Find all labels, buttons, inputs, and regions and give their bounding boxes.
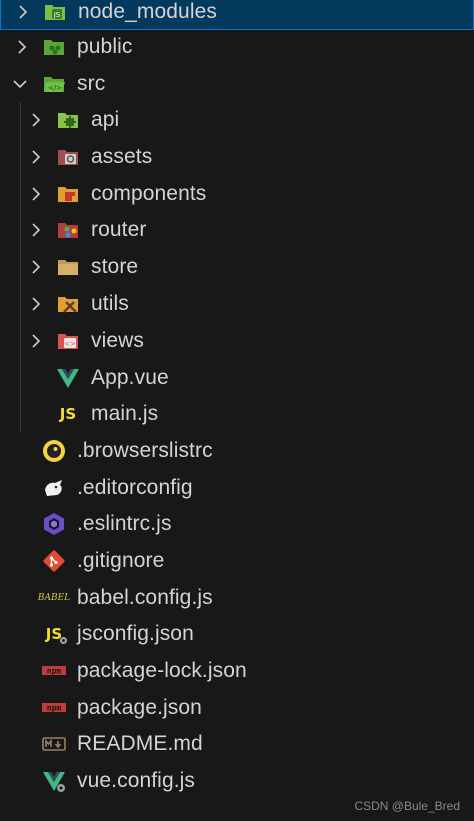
store-folder-icon bbox=[56, 255, 80, 279]
tree-item-label: .browserslistrc bbox=[77, 439, 213, 462]
tree-item-vue-config[interactable]: vue.config.js bbox=[0, 763, 474, 799]
tree-item-label: .gitignore bbox=[77, 549, 165, 572]
svg-text:</>: </> bbox=[48, 84, 62, 92]
tree-item-label: README.md bbox=[77, 732, 203, 755]
svg-text:<>: <> bbox=[64, 340, 76, 348]
chevron-right-icon[interactable] bbox=[28, 112, 44, 128]
utils-folder-icon bbox=[56, 292, 80, 316]
tree-item-label: .eslintrc.js bbox=[77, 512, 172, 535]
node-modules-folder-icon: JS bbox=[43, 0, 67, 24]
svg-text:npm: npm bbox=[47, 667, 62, 676]
file-explorer-tree: JS node_modules public </> src api asset… bbox=[0, 0, 474, 821]
npm-icon: npm bbox=[42, 659, 66, 683]
vue-icon bbox=[56, 366, 80, 390]
chevron-right-icon[interactable] bbox=[28, 296, 44, 312]
eslint-icon bbox=[42, 512, 66, 536]
tree-item-label: public bbox=[77, 35, 133, 58]
chevron-right-icon[interactable] bbox=[28, 333, 44, 349]
chevron-right-icon[interactable] bbox=[28, 222, 44, 238]
tree-item-router[interactable]: router bbox=[0, 212, 474, 248]
chevron-right-icon[interactable] bbox=[28, 149, 44, 165]
tree-item-store[interactable]: store bbox=[0, 249, 474, 285]
assets-folder-icon bbox=[56, 145, 80, 169]
tree-item-label: main.js bbox=[91, 402, 159, 425]
tree-item-api[interactable]: api bbox=[0, 102, 474, 138]
javascript-icon: JS bbox=[59, 405, 77, 423]
tree-item-label: node_modules bbox=[78, 0, 217, 23]
tree-item-label: src bbox=[77, 72, 106, 95]
jsconfig-icon: JS bbox=[42, 622, 68, 646]
chevron-right-icon[interactable] bbox=[28, 186, 44, 202]
tree-item-eslintrc[interactable]: .eslintrc.js bbox=[0, 506, 474, 542]
tree-item-assets[interactable]: assets bbox=[0, 139, 474, 175]
tree-item-app-vue[interactable]: App.vue bbox=[0, 360, 474, 396]
tree-item-public[interactable]: public bbox=[0, 29, 474, 65]
tree-item-label: components bbox=[91, 182, 207, 205]
tree-item-label: jsconfig.json bbox=[77, 622, 194, 645]
tree-item-utils[interactable]: utils bbox=[0, 286, 474, 322]
watermark: CSDN @Bule_Bred bbox=[354, 799, 460, 813]
tree-item-main-js[interactable]: JS main.js bbox=[0, 396, 474, 432]
tree-item-label: api bbox=[91, 108, 120, 131]
tree-item-label: assets bbox=[91, 145, 153, 168]
tree-item-browserslistrc[interactable]: .browserslistrc bbox=[0, 433, 474, 469]
tree-item-babel-config[interactable]: BABEL babel.config.js bbox=[0, 580, 474, 616]
tree-item-label: package.json bbox=[77, 696, 202, 719]
tree-item-readme[interactable]: README.md bbox=[0, 726, 474, 762]
svg-text:npm: npm bbox=[47, 704, 62, 713]
chevron-right-icon[interactable] bbox=[28, 259, 44, 275]
tree-item-label: App.vue bbox=[91, 366, 169, 389]
tree-item-views[interactable]: <> views bbox=[0, 323, 474, 359]
tree-item-label: store bbox=[91, 255, 139, 278]
chevron-down-icon[interactable] bbox=[12, 76, 28, 92]
router-folder-icon bbox=[56, 218, 80, 242]
src-folder-icon: </> bbox=[42, 72, 66, 96]
tree-item-label: utils bbox=[91, 292, 129, 315]
npm-icon: npm bbox=[42, 696, 66, 720]
markdown-icon bbox=[42, 732, 66, 756]
tree-item-src[interactable]: </> src bbox=[0, 66, 474, 102]
tree-item-label: .editorconfig bbox=[77, 476, 193, 499]
tree-item-label: vue.config.js bbox=[77, 769, 196, 792]
chevron-right-icon[interactable] bbox=[15, 4, 31, 20]
git-icon bbox=[42, 549, 66, 573]
tree-item-label: babel.config.js bbox=[77, 586, 213, 609]
vue-config-icon bbox=[42, 769, 66, 793]
components-folder-icon bbox=[56, 182, 80, 206]
tree-item-jsconfig[interactable]: JS jsconfig.json bbox=[0, 616, 474, 652]
editorconfig-icon bbox=[42, 476, 66, 500]
svg-text:JS: JS bbox=[53, 11, 61, 19]
public-folder-icon bbox=[42, 35, 66, 59]
browserslist-icon bbox=[42, 439, 66, 463]
tree-item-label: views bbox=[91, 329, 145, 352]
tree-item-label: router bbox=[91, 218, 147, 241]
api-folder-icon bbox=[56, 108, 80, 132]
tree-item-components[interactable]: components bbox=[0, 176, 474, 212]
tree-item-label: package-lock.json bbox=[77, 659, 247, 682]
tree-item-gitignore[interactable]: .gitignore bbox=[0, 543, 474, 579]
tree-item-editorconfig[interactable]: .editorconfig bbox=[0, 470, 474, 506]
babel-icon: BABEL bbox=[37, 593, 71, 603]
views-folder-icon: <> bbox=[56, 329, 80, 353]
tree-item-package-lock[interactable]: npm package-lock.json bbox=[0, 653, 474, 689]
tree-item-node-modules[interactable]: JS node_modules bbox=[0, 0, 474, 30]
chevron-right-icon[interactable] bbox=[14, 39, 30, 55]
tree-item-package-json[interactable]: npm package.json bbox=[0, 690, 474, 726]
